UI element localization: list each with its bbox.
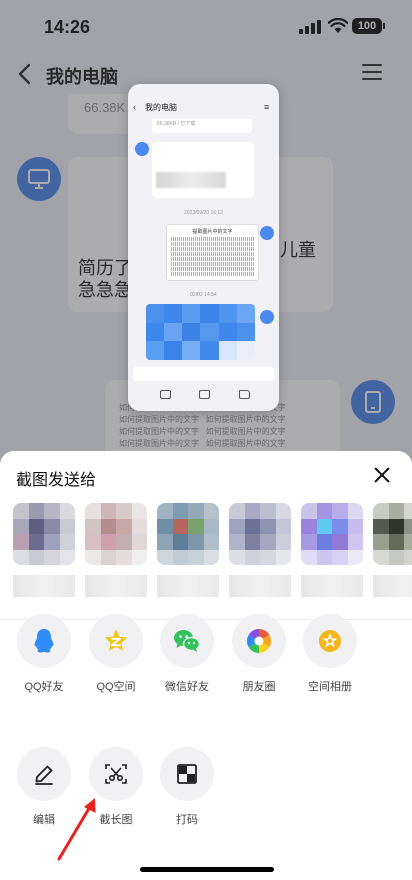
moments-aperture-icon xyxy=(246,629,272,653)
preview-blurred-message xyxy=(152,142,254,198)
avatar xyxy=(85,503,147,565)
preview-file-bubble: 66.38KB / 已下载 xyxy=(152,119,252,133)
annotation-arrow-icon xyxy=(57,798,96,861)
qq-penguin-icon xyxy=(34,629,54,653)
action-label: 打码 xyxy=(176,814,198,826)
screenshot-preview[interactable]: ‹ 我的电脑 ≡ 66.38KB / 已下载 2023/09/20 16:12 … xyxy=(128,84,279,411)
preview-timestamp: 02/02 14:54 xyxy=(190,292,217,298)
contact-name-blurred xyxy=(13,575,75,597)
share-label: 朋友圈 xyxy=(242,681,276,693)
preview-timestamp: 2023/09/20 16:12 xyxy=(184,210,223,216)
contact-item[interactable] xyxy=(301,503,363,603)
share-label: QQ好友 xyxy=(24,681,64,693)
share-qzone-album[interactable]: 空间相册 xyxy=(302,614,358,694)
contact-item[interactable] xyxy=(157,503,219,603)
recent-contacts-row xyxy=(0,503,412,608)
avatar xyxy=(229,503,291,565)
contact-name-blurred xyxy=(229,575,291,597)
avatar xyxy=(13,503,75,565)
preview-title: 我的电脑 xyxy=(145,103,177,112)
qzone-star-icon xyxy=(104,629,128,651)
contact-name-blurred xyxy=(85,575,147,597)
share-qzone[interactable]: QQ空间 xyxy=(88,614,144,694)
preview-file-meta: 66.38KB / 已下载 xyxy=(157,121,196,127)
contact-item[interactable] xyxy=(229,503,291,603)
contact-name-blurred xyxy=(157,575,219,597)
preview-avatar-icon xyxy=(135,142,149,156)
mosaic-icon xyxy=(177,764,197,784)
avatar xyxy=(157,503,219,565)
preview-back-icon: ‹ xyxy=(133,102,136,112)
contact-item[interactable] xyxy=(13,503,75,603)
share-qq-friend[interactable]: QQ好友 xyxy=(16,614,72,694)
preview-avatar-icon xyxy=(260,310,274,324)
share-label: QQ空间 xyxy=(96,681,136,693)
preview-doc-heading: 提取图片中的文字 xyxy=(192,229,233,235)
share-wechat-friend[interactable]: 微信好友 xyxy=(159,614,215,694)
album-flower-icon xyxy=(319,630,341,652)
contact-name-blurred xyxy=(373,575,412,597)
contact-name-blurred xyxy=(301,575,363,597)
preview-header: ‹ 我的电脑 ≡ xyxy=(128,99,279,119)
contact-item[interactable] xyxy=(85,503,147,603)
preview-document-image: 提取图片中的文字 xyxy=(166,224,259,281)
preview-toolbar xyxy=(128,386,279,406)
wechat-icon xyxy=(174,630,201,652)
pencil-icon xyxy=(35,765,53,785)
sheet-title: 截图发送给 xyxy=(16,472,97,489)
close-icon[interactable] xyxy=(370,463,394,487)
avatar xyxy=(373,503,412,565)
preview-input-box xyxy=(133,367,274,381)
avatar xyxy=(301,503,363,565)
scissors-icon xyxy=(105,764,127,784)
contact-item[interactable] xyxy=(373,503,412,603)
share-label: 微信好友 xyxy=(165,681,209,693)
share-moments[interactable]: 朋友圈 xyxy=(231,614,287,694)
share-label: 空间相册 xyxy=(308,681,352,693)
preview-blurred-blue-message xyxy=(146,304,255,360)
preview-menu-icon: ≡ xyxy=(264,102,270,112)
preview-avatar-icon xyxy=(260,226,274,240)
home-indicator[interactable] xyxy=(140,867,274,872)
mosaic-button[interactable]: 打码 xyxy=(159,747,215,827)
